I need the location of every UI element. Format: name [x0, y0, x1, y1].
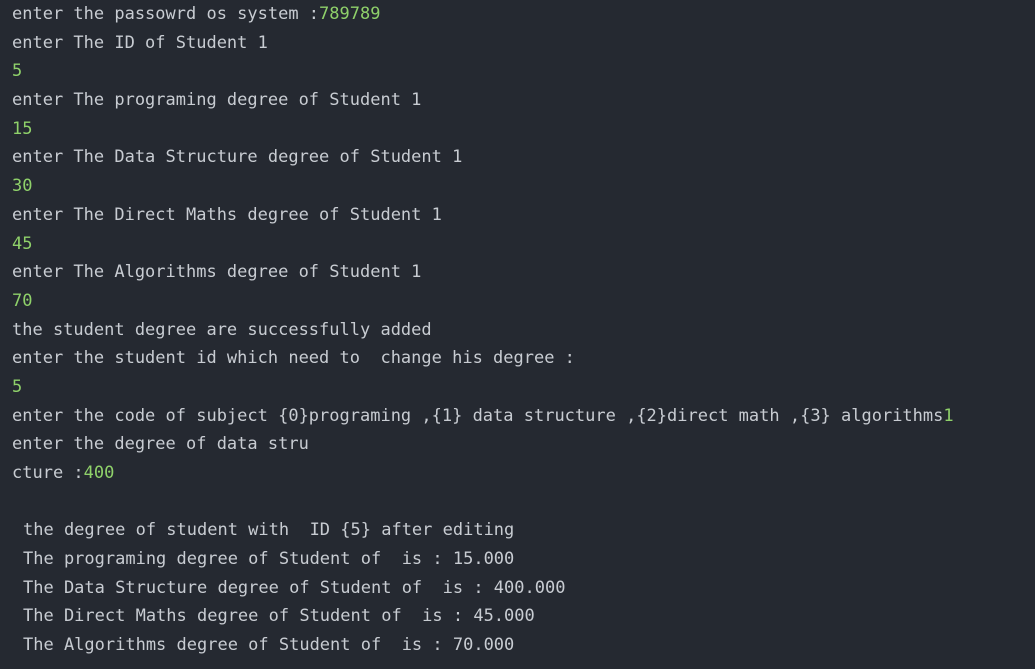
prompt-text: enter the code of subject {0}programing … — [12, 405, 944, 426]
user-input: 70 — [12, 290, 33, 311]
terminal-output[interactable]: enter the passowrd os system :789789 ent… — [0, 0, 1035, 669]
terminal-line: enter The programing degree of Student 1 — [12, 86, 1035, 115]
user-input: 400 — [83, 463, 115, 483]
terminal-line: 45 — [12, 230, 1035, 259]
user-input: 5 — [12, 61, 23, 82]
result-line: The Algorithms degree of Student of is :… — [23, 635, 515, 656]
user-input: 5 — [12, 376, 23, 397]
terminal-line: enter the code of subject {0}programing … — [12, 402, 1035, 431]
terminal-line: 70 — [12, 287, 1035, 316]
user-input: 789789 — [319, 4, 381, 24]
prompt-text: cture : — [12, 463, 84, 483]
terminal-line: enter the student id which need to chang… — [12, 344, 1035, 373]
terminal-line: the student degree are successfully adde… — [12, 316, 1035, 345]
prompt-text: enter The Algorithms degree of Student 1 — [12, 262, 422, 283]
prompt-text: enter The Data Structure degree of Stude… — [12, 147, 463, 168]
prompt-text: enter The programing degree of Student 1 — [12, 90, 422, 111]
prompt-text: enter The Direct Maths degree of Student… — [12, 204, 442, 225]
terminal-line: cture :400 — [12, 459, 1035, 488]
terminal-line: enter The ID of Student 1 — [12, 29, 1035, 58]
prompt-text: the student degree are successfully adde… — [12, 319, 432, 340]
terminal-line: enter The Algorithms degree of Student 1 — [12, 258, 1035, 287]
prompt-text: enter the student id which need to chang… — [12, 348, 575, 369]
terminal-line: 5 — [12, 373, 1035, 402]
user-input: 1 — [943, 405, 954, 426]
user-input: 45 — [12, 233, 33, 254]
terminal-line: enter the degree of data stru — [12, 430, 1035, 459]
terminal-line: enter The Direct Maths degree of Student… — [12, 201, 1035, 230]
terminal-line: enter the passowrd os system :789789 — [12, 0, 1035, 29]
terminal-line: 30 — [12, 172, 1035, 201]
result-line: the degree of student with ID {5} after … — [23, 520, 515, 541]
result-line: The programing degree of Student of is :… — [23, 549, 515, 570]
result-line: The Direct Maths degree of Student of is… — [23, 606, 535, 627]
terminal-line: 15 — [12, 115, 1035, 144]
user-input: 30 — [12, 176, 33, 197]
user-input: 15 — [12, 118, 33, 139]
prompt-text: enter the degree of data stru — [12, 434, 309, 455]
terminal-line: enter The Data Structure degree of Stude… — [12, 143, 1035, 172]
terminal-line: 5 — [12, 57, 1035, 86]
result-line: The Data Structure degree of Student of … — [23, 577, 566, 598]
prompt-text: enter the passowrd os system : — [12, 4, 320, 24]
prompt-text: enter The ID of Student 1 — [12, 32, 268, 53]
